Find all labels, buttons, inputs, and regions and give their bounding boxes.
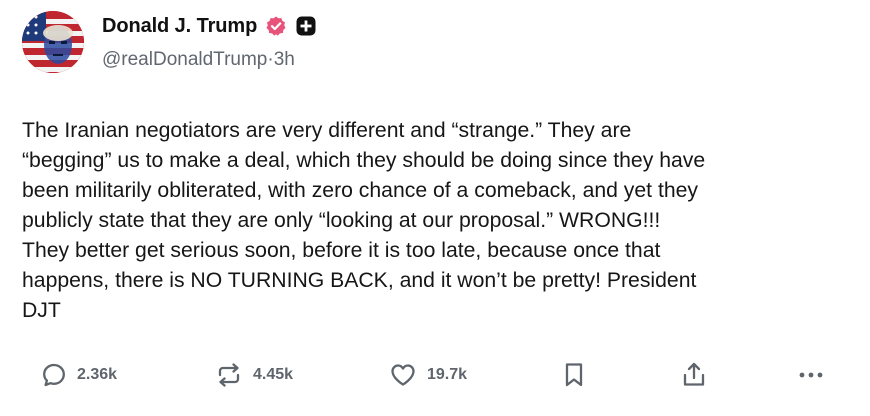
avatar[interactable] [22,11,84,73]
bookmark-icon [562,361,586,389]
repost-count: 4.45k [253,366,294,383]
share-icon [680,361,708,389]
reply-count: 2.36k [77,366,118,383]
post-text: The Iranian negotiators are very differe… [22,119,706,322]
more-options-button[interactable] [796,356,826,394]
bookmark-button[interactable] [562,356,586,394]
reply-button[interactable]: 2.36k [41,356,117,394]
author-name-row: Donald J. Trump [102,12,317,40]
verified-badge-icon [265,15,287,37]
action-bar: 2.36k 4.45k 19.7k [0,356,870,394]
avatar-image [22,11,84,73]
post-card: Donald J. Trump @realDonaldTrump · 3h Th… [0,0,870,416]
repost-icon [215,362,243,388]
timestamp[interactable]: 3h [274,49,295,71]
reply-icon [41,362,67,388]
more-icon [796,362,826,388]
like-count: 19.7k [427,366,468,383]
like-button[interactable]: 19.7k [389,356,467,394]
handle[interactable]: @realDonaldTrump [102,49,267,71]
heart-icon [389,362,417,388]
plus-badge-icon [295,15,317,37]
display-name[interactable]: Donald J. Trump [102,15,257,38]
handle-row: @realDonaldTrump · 3h [102,49,295,71]
repost-button[interactable]: 4.45k [215,356,293,394]
share-button[interactable] [680,356,708,394]
